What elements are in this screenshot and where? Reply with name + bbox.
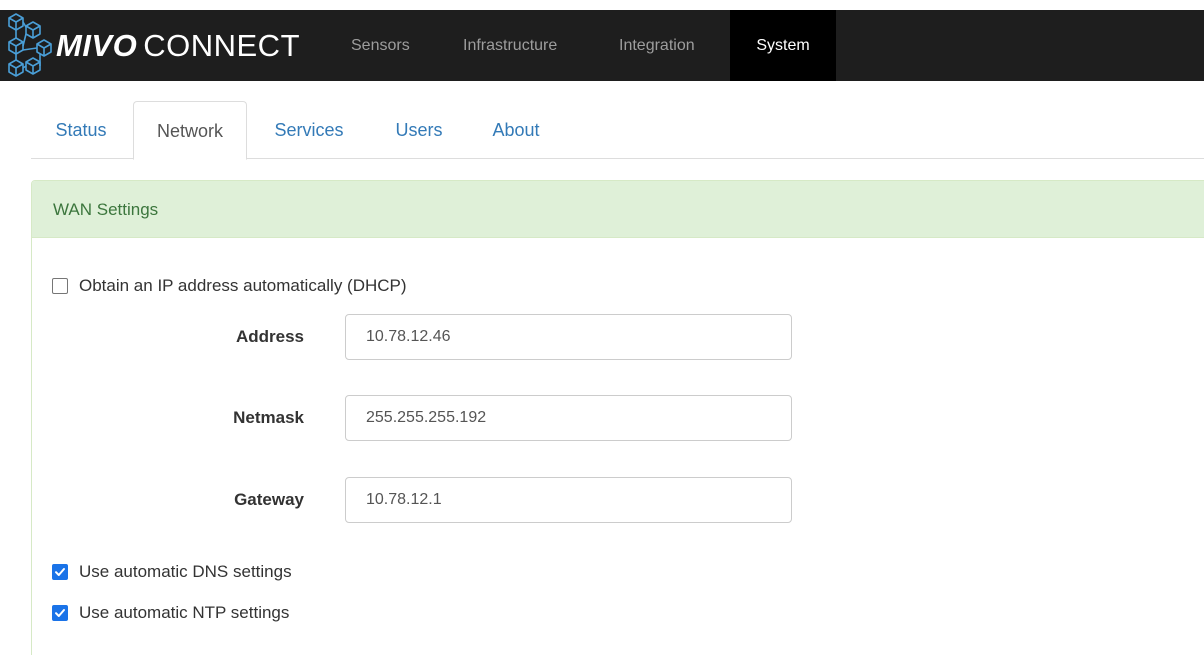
checkmark-icon xyxy=(55,609,65,617)
dns-label: Use automatic DNS settings xyxy=(79,562,292,581)
tab-services[interactable]: Services xyxy=(257,101,361,159)
top-navbar: MIVO CONNECT Sensors Infrastructure Integ… xyxy=(0,10,1204,81)
system-tabs: Status Network Services Users About xyxy=(31,101,1204,160)
dns-option[interactable]: Use automatic DNS settings xyxy=(52,562,292,582)
nav-item-system[interactable]: System xyxy=(730,10,836,81)
brand-name-bold: MIVO xyxy=(56,28,138,63)
dhcp-label: Obtain an IP address automatically (DHCP… xyxy=(79,276,407,295)
gateway-input[interactable] xyxy=(345,477,792,523)
netmask-input[interactable] xyxy=(345,395,792,441)
dns-checkbox[interactable] xyxy=(52,564,68,580)
brand-name: MIVO CONNECT xyxy=(56,10,300,81)
nav-item-integration[interactable]: Integration xyxy=(598,10,716,81)
nav-item-sensors[interactable]: Sensors xyxy=(330,10,431,81)
tab-status[interactable]: Status xyxy=(31,101,131,159)
brand-name-rest: CONNECT xyxy=(143,28,301,63)
brand[interactable]: MIVO CONNECT xyxy=(6,10,300,81)
netmask-label: Netmask xyxy=(233,408,304,427)
network-cubes-logo-icon xyxy=(8,13,52,77)
tab-users[interactable]: Users xyxy=(377,101,461,159)
checkmark-icon xyxy=(55,568,65,576)
ntp-checkbox[interactable] xyxy=(52,605,68,621)
ntp-option[interactable]: Use automatic NTP settings xyxy=(52,603,289,623)
nav-item-infrastructure[interactable]: Infrastructure xyxy=(442,10,578,81)
address-input[interactable] xyxy=(345,314,792,360)
tab-network[interactable]: Network xyxy=(133,101,247,160)
dhcp-option[interactable]: Obtain an IP address automatically (DHCP… xyxy=(52,276,407,296)
tab-about[interactable]: About xyxy=(477,101,555,159)
wan-settings-heading: WAN Settings xyxy=(32,181,1204,238)
gateway-label: Gateway xyxy=(234,490,304,509)
ntp-label: Use automatic NTP settings xyxy=(79,603,290,622)
dhcp-checkbox[interactable] xyxy=(52,278,68,294)
address-label: Address xyxy=(235,327,304,346)
